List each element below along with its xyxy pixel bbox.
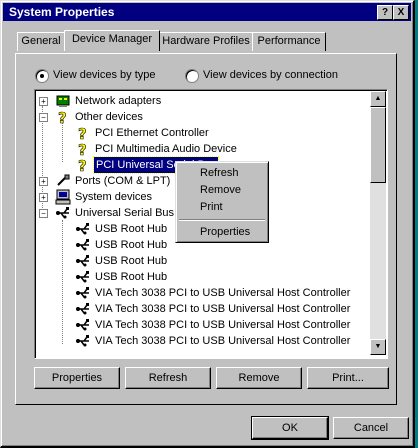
tab-hardware-profiles[interactable]: Hardware Profiles — [159, 32, 253, 51]
tree-item-label: System devices — [75, 191, 153, 203]
collapse-icon[interactable]: − — [39, 209, 48, 218]
question-mark-icon: ? — [55, 109, 71, 128]
tree-item-label: USB Root Hub — [95, 239, 168, 251]
context-menu-properties[interactable]: Properties — [200, 224, 250, 240]
tree-item-label: USB Root Hub — [95, 271, 168, 283]
usb-icon — [75, 237, 91, 253]
view-by-type-label[interactable]: View devices by type — [53, 69, 156, 81]
usb-icon — [75, 333, 91, 349]
system-properties-window: System Properties ? X General Device Man… — [0, 0, 415, 448]
tab-general[interactable]: General — [17, 32, 65, 51]
close-button[interactable]: X — [393, 5, 409, 20]
svg-text:?: ? — [78, 141, 87, 157]
svg-text:?: ? — [78, 157, 87, 173]
scroll-up-arrow-icon[interactable]: ▲ — [370, 91, 386, 107]
unknown-device-icon: ? — [75, 141, 91, 160]
tree-item-label: VIA Tech 3038 PCI to USB Universal Host … — [95, 303, 351, 315]
tree-item-label: VIA Tech 3038 PCI to USB Universal Host … — [95, 287, 351, 299]
expand-icon[interactable]: + — [39, 177, 48, 186]
usb-icon — [75, 285, 91, 301]
computer-icon — [55, 189, 71, 205]
tree-item-label: USB Root Hub — [95, 255, 168, 267]
tree-item-label: PCI Ethernet Controller — [95, 127, 209, 139]
port-icon — [55, 173, 71, 189]
remove-button[interactable]: Remove — [216, 367, 302, 389]
scroll-thumb[interactable] — [370, 107, 386, 183]
properties-button[interactable]: Properties — [34, 367, 120, 389]
tree-item-label: VIA Tech 3038 PCI to USB Universal Host … — [95, 319, 351, 331]
tree-item-label: Ports (COM & LPT) — [75, 175, 171, 187]
view-by-connection-radio[interactable] — [185, 69, 199, 83]
unknown-device-icon: ? — [75, 125, 91, 144]
usb-icon — [75, 221, 91, 237]
context-menu-print[interactable]: Print — [200, 199, 223, 215]
tree-item-label: USB Root Hub — [95, 223, 168, 235]
collapse-icon[interactable]: − — [39, 113, 48, 122]
unknown-device-icon: ? — [75, 157, 91, 176]
context-menu: Refresh Remove Print Properties — [175, 161, 269, 243]
tab-device-manager[interactable]: Device Manager — [64, 30, 160, 51]
network-adapter-icon — [55, 93, 71, 109]
tree-item-label: Universal Serial Bus — [75, 207, 175, 219]
svg-text:?: ? — [78, 125, 87, 141]
view-by-connection-label[interactable]: View devices by connection — [203, 69, 338, 81]
expand-icon[interactable]: + — [39, 193, 48, 202]
tab-performance[interactable]: Performance — [252, 32, 326, 51]
tree-item-label: VIA Tech 3038 PCI to USB Universal Host … — [95, 335, 351, 347]
help-button[interactable]: ? — [377, 5, 393, 20]
cancel-button[interactable]: Cancel — [333, 417, 409, 439]
usb-icon — [75, 317, 91, 333]
scroll-down-arrow-icon[interactable]: ▼ — [370, 339, 386, 355]
tree-item-label: Other devices — [75, 111, 143, 123]
menu-separator — [179, 219, 265, 221]
ok-button[interactable]: OK — [251, 416, 329, 440]
usb-icon — [75, 301, 91, 317]
tree-item-label: Network adapters — [75, 95, 162, 107]
window-title: System Properties — [9, 5, 115, 19]
context-menu-remove[interactable]: Remove — [200, 182, 241, 198]
refresh-button[interactable]: Refresh — [125, 367, 211, 389]
vertical-scrollbar[interactable]: ▲ ▼ — [370, 91, 386, 355]
title-bar[interactable]: System Properties ? X — [3, 3, 411, 21]
usb-icon — [75, 253, 91, 269]
expand-icon[interactable]: + — [39, 97, 48, 106]
usb-icon — [55, 205, 71, 221]
print-button[interactable]: Print... — [307, 367, 389, 389]
usb-icon — [75, 269, 91, 285]
context-menu-refresh[interactable]: Refresh — [200, 165, 239, 181]
svg-text:?: ? — [58, 109, 67, 125]
tree-item-label: PCI Multimedia Audio Device — [95, 143, 237, 155]
view-by-type-radio[interactable] — [35, 69, 49, 83]
